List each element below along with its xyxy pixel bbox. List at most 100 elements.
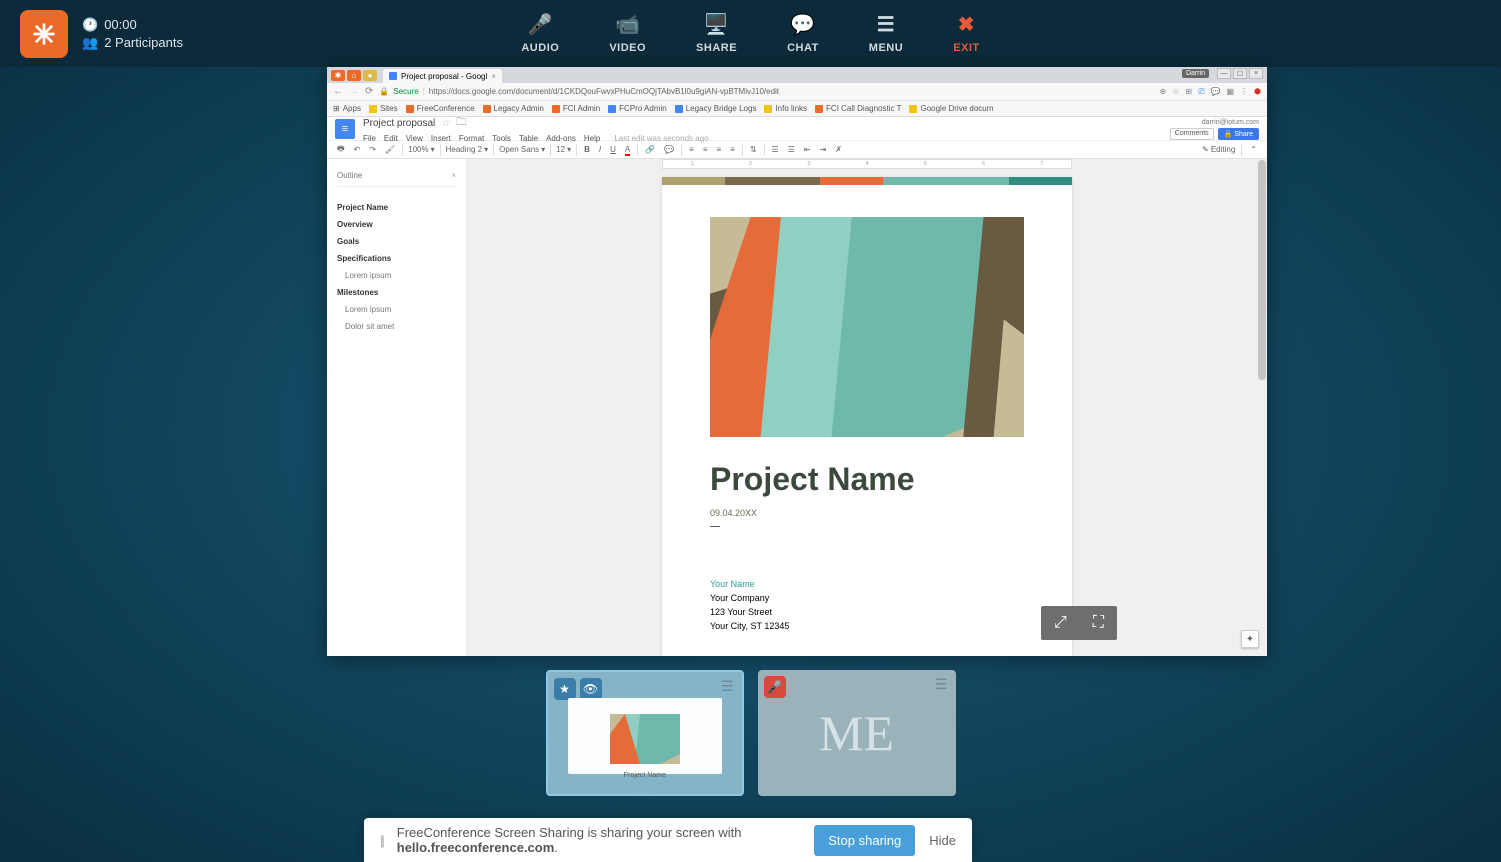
forward-icon[interactable]: → [349, 86, 359, 97]
bookmark-item[interactable]: FCI Admin [552, 104, 600, 113]
bookmark-item[interactable]: Legacy Bridge Logs [675, 104, 757, 113]
chrome-user-badge[interactable]: Darrin [1182, 69, 1209, 78]
reload-icon[interactable]: ⟳ [365, 86, 373, 97]
menu-help[interactable]: Help [584, 134, 600, 143]
bookmark-item[interactable]: Info links [764, 104, 807, 113]
ruler: 1234567 [662, 159, 1072, 169]
scrollbar[interactable] [1257, 159, 1267, 656]
linespacing-icon[interactable]: ⇅ [748, 145, 759, 154]
numlist-icon[interactable]: ☰ [770, 145, 781, 154]
align-center-icon[interactable]: ≡ [701, 145, 710, 154]
share-button[interactable]: 🖥️SHARE [696, 14, 737, 54]
bookmark-item[interactable]: FreeConference [406, 104, 475, 113]
grid-icon[interactable]: ⊞ [1185, 87, 1192, 97]
outline-item[interactable]: Goals [337, 233, 456, 250]
font-dropdown[interactable]: Open Sans ▾ [499, 145, 545, 154]
hide-button[interactable]: Hide [929, 833, 956, 848]
comment-icon[interactable]: 💬 [662, 145, 676, 154]
undo-icon[interactable]: ↶ [352, 145, 363, 154]
menu-edit[interactable]: Edit [384, 134, 398, 143]
link-icon[interactable]: 🔗 [643, 145, 657, 154]
chevron-up-icon[interactable]: ⌃ [1248, 145, 1259, 154]
outline-item[interactable]: Lorem ipsum [337, 301, 456, 318]
outline-item[interactable]: Overview [337, 216, 456, 233]
ext-icon[interactable]: ▦ [1226, 87, 1234, 97]
apps-icon[interactable]: ⊞ Apps [333, 104, 361, 113]
blocker-icon[interactable]: ⬢ [1254, 87, 1261, 97]
textcolor-icon[interactable]: A [623, 145, 632, 154]
user-email[interactable]: darrin@iotum.com [1202, 119, 1259, 126]
chat-ext-icon[interactable]: 💬 [1210, 87, 1220, 97]
stop-sharing-button[interactable]: Stop sharing [814, 825, 915, 856]
bookmark-item[interactable]: FCPro Admin [608, 104, 667, 113]
bookmark-item[interactable]: FCI Call Diagnostic T [815, 104, 901, 113]
menu-format[interactable]: Format [459, 134, 484, 143]
window-close-icon[interactable]: × [1249, 68, 1263, 79]
muted-mic-icon[interactable]: 🎤 [764, 676, 786, 698]
paint-icon[interactable]: 🖌 [383, 145, 397, 154]
close-outline-icon[interactable]: × [451, 171, 456, 180]
window-minimize-icon[interactable]: — [1217, 68, 1231, 79]
menu-file[interactable]: File [363, 134, 376, 143]
star-doc-icon[interactable]: ☆ [441, 118, 450, 129]
chat-button[interactable]: 💬CHAT [787, 14, 819, 54]
outline-item[interactable]: Milestones [337, 284, 456, 301]
expand-icon[interactable]: ⤢ [1054, 614, 1067, 632]
outline-item[interactable]: Project Name [337, 199, 456, 216]
italic-icon[interactable]: I [597, 145, 603, 154]
align-left-icon[interactable]: ≡ [687, 145, 696, 154]
outline-item[interactable]: Specifications [337, 250, 456, 267]
underline-icon[interactable]: U [608, 145, 618, 154]
docs-share-button[interactable]: 🔒 Share [1218, 128, 1259, 140]
folder-icon[interactable]: 🗀 [456, 115, 466, 132]
zoom-dropdown[interactable]: 100% ▾ [408, 145, 434, 154]
clear-format-icon[interactable]: ✗ [833, 145, 844, 154]
outline-item[interactable]: Lorem ipsum [337, 267, 456, 284]
indent-inc-icon[interactable]: ⇥ [818, 145, 829, 154]
menu-view[interactable]: View [406, 134, 423, 143]
tab-close-icon[interactable]: × [491, 72, 496, 81]
audio-button[interactable]: 🎤AUDIO [521, 14, 559, 54]
menu-addons[interactable]: Add-ons [546, 134, 576, 143]
participant-thumbnails: ★ 👁 ☰ Project Name 🎤 ☰ ME [546, 670, 956, 796]
menu-tools[interactable]: Tools [492, 134, 511, 143]
comments-button[interactable]: Comments [1170, 128, 1214, 140]
menu-insert[interactable]: Insert [431, 134, 451, 143]
menu-button[interactable]: ☰MENU [869, 14, 903, 54]
thumb-menu-icon[interactable]: ☰ [721, 678, 734, 695]
presenter-thumbnail[interactable]: ★ 👁 ☰ Project Name [546, 670, 744, 796]
cast-icon[interactable]: ⎚ [1198, 87, 1204, 97]
indent-dec-icon[interactable]: ⇤ [802, 145, 813, 154]
redo-icon[interactable]: ↷ [367, 145, 378, 154]
exit-button[interactable]: ✖EXIT [953, 14, 979, 54]
bookmark-item[interactable]: Sites [369, 104, 398, 113]
outline-item[interactable]: Dolor sit amet [337, 318, 456, 335]
menu-table[interactable]: Table [519, 134, 538, 143]
self-thumbnail[interactable]: 🎤 ☰ ME [758, 670, 956, 796]
document-title[interactable]: Project proposal [363, 118, 435, 129]
url-field[interactable]: 🔒 Secure | https://docs.google.com/docum… [379, 87, 1153, 96]
align-right-icon[interactable]: ≡ [715, 145, 724, 154]
fontsize-dropdown[interactable]: 12 ▾ [556, 145, 571, 154]
zoom-icon[interactable]: ⊕ [1160, 87, 1167, 97]
explore-button[interactable]: ✦ [1241, 630, 1259, 648]
bullist-icon[interactable]: ☰ [786, 145, 797, 154]
kebab-icon[interactable]: ⋮ [1240, 87, 1248, 97]
document-canvas[interactable]: 1234567 Project Name [467, 159, 1267, 656]
print-icon[interactable]: 🖶 [335, 143, 347, 157]
window-maximize-icon[interactable]: ☐ [1233, 68, 1247, 79]
style-dropdown[interactable]: Heading 2 ▾ [446, 145, 489, 154]
video-button[interactable]: 📹VIDEO [609, 14, 646, 54]
browser-tab[interactable]: Project proposal - Googl × [383, 69, 502, 83]
back-icon[interactable]: ← [333, 86, 343, 97]
bookmark-item[interactable]: Google Drive docum [909, 104, 993, 113]
star-icon[interactable]: ☆ [1172, 87, 1179, 97]
google-docs-logo-icon[interactable]: ≡ [335, 119, 355, 139]
bold-icon[interactable]: B [582, 145, 592, 154]
thumb-menu-icon[interactable]: ☰ [935, 676, 948, 693]
bookmark-item[interactable]: Legacy Admin [483, 104, 544, 113]
editing-mode-dropdown[interactable]: ✎ Editing [1202, 145, 1235, 154]
fullscreen-icon[interactable]: ⛶ [1093, 614, 1104, 632]
drag-handle-icon[interactable]: || [380, 833, 383, 848]
align-justify-icon[interactable]: ≡ [728, 145, 737, 154]
